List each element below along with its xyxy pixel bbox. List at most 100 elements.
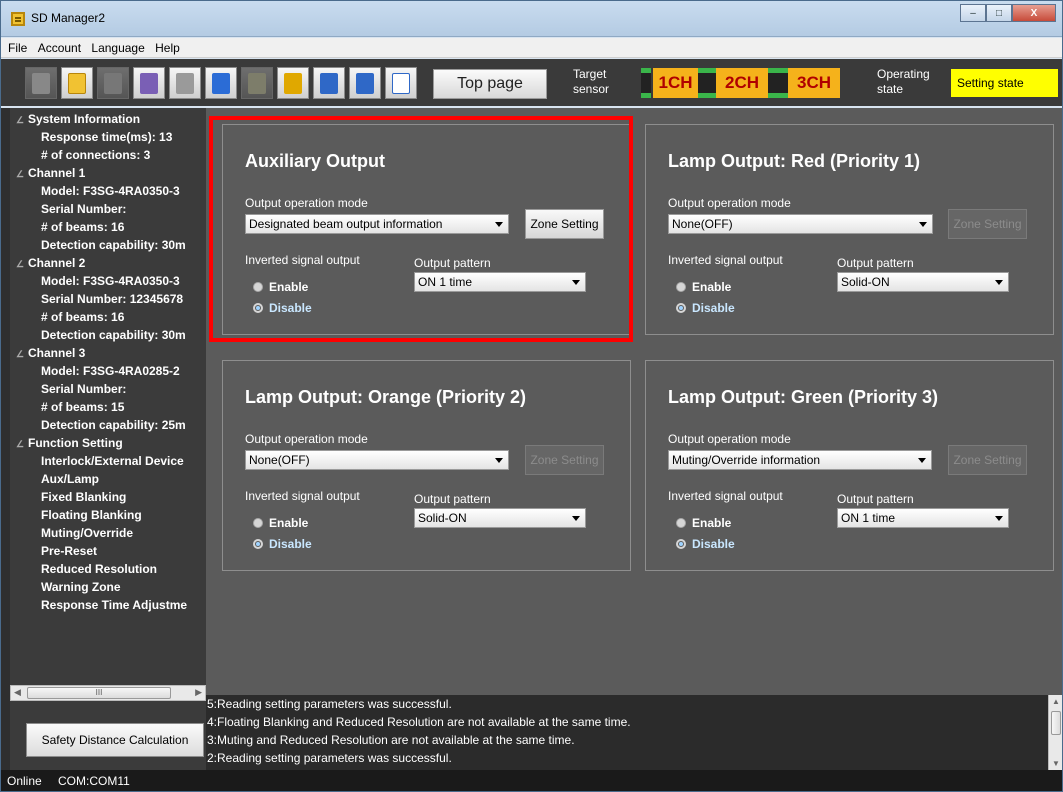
tree-item[interactable]: Detection capability: 30m <box>41 327 186 343</box>
computer-to-device-icon[interactable] <box>133 67 165 99</box>
book-upload-icon[interactable] <box>313 67 345 99</box>
output-pattern-label: Output pattern <box>837 256 914 270</box>
enable-radio[interactable]: Enable <box>676 516 731 530</box>
tree-item[interactable]: Interlock/External Device <box>41 453 184 469</box>
log-line: 3:Muting and Reduced Resolution are not … <box>207 733 575 747</box>
radio-indicator-icon <box>676 303 686 313</box>
enable-radio[interactable]: Enable <box>676 280 731 294</box>
channel-connector <box>768 68 788 98</box>
tree-item[interactable]: Aux/Lamp <box>41 471 99 487</box>
disable-radio[interactable]: Disable <box>253 537 312 551</box>
output-operation-mode-select[interactable]: None(OFF) <box>668 214 933 234</box>
aux-output-panel: Auxiliary Output Output operation mode D… <box>222 124 631 335</box>
output-pattern-label: Output pattern <box>414 256 491 270</box>
open-file-icon[interactable] <box>61 67 93 99</box>
panel-title: Lamp Output: Red (Priority 1) <box>668 151 920 171</box>
disable-radio[interactable]: Disable <box>676 537 735 551</box>
output-operation-mode-select[interactable]: Designated beam output information <box>245 214 509 234</box>
tree-item[interactable]: Serial Number: 12345678 <box>41 291 183 307</box>
list-icon[interactable] <box>385 67 417 99</box>
tree-item[interactable]: Model: F3SG-4RA0350-3 <box>41 183 180 199</box>
channel-2ch-badge[interactable]: 2CH <box>716 68 768 98</box>
zone-setting-button[interactable]: Zone Setting <box>525 209 604 239</box>
tree-item[interactable]: Response time(ms): 13 <box>41 129 172 145</box>
channel-connector <box>641 68 651 98</box>
radio-indicator-icon <box>676 518 686 528</box>
tree-item[interactable]: Model: F3SG-4RA0350-3 <box>41 273 180 289</box>
tree-item[interactable]: Model: F3SG-4RA0285-2 <box>41 363 180 379</box>
orange-output-panel: Lamp Output: Orange (Priority 2) Output … <box>222 360 631 571</box>
tree-item[interactable]: Muting/Override <box>41 525 133 541</box>
scroll-down-icon[interactable]: ▼ <box>1052 759 1060 768</box>
output-operation-mode-select[interactable]: None(OFF) <box>245 450 509 470</box>
book-download-icon[interactable] <box>349 67 381 99</box>
tree-group[interactable]: Channel 2 <box>16 255 85 272</box>
tree-item[interactable]: Fixed Blanking <box>41 489 126 505</box>
output-operation-mode-select[interactable]: Muting/Override information <box>668 450 932 470</box>
log-vertical-scrollbar[interactable]: ▲ ▼ <box>1048 695 1062 770</box>
sensor-tree[interactable]: System InformationResponse time(ms): 13 #… <box>10 108 206 685</box>
print-icon[interactable] <box>169 67 201 99</box>
disable-radio[interactable]: Disable <box>676 301 735 315</box>
tree-group[interactable]: Channel 3 <box>16 345 85 362</box>
tree-item[interactable]: Pre-Reset <box>41 543 97 559</box>
chevron-down-icon <box>495 458 503 463</box>
tree-item[interactable]: # of beams: 15 <box>41 399 124 415</box>
menu-account[interactable]: Account <box>31 38 81 55</box>
tree-group[interactable]: Function Setting <box>16 435 123 452</box>
scroll-thumb[interactable]: III <box>27 687 171 699</box>
log-line: 5:Reading setting parameters was success… <box>207 697 452 711</box>
output-pattern-select[interactable]: ON 1 time <box>837 508 1009 528</box>
monitor-icon[interactable] <box>205 67 237 99</box>
tree-item[interactable]: Floating Blanking <box>41 507 142 523</box>
tree-item[interactable]: Detection capability: 30m <box>41 237 186 253</box>
tree-horizontal-scrollbar[interactable]: ◀ III ▶ <box>10 685 206 701</box>
tree-item[interactable]: Detection capability: 25m <box>41 417 186 433</box>
log-scroll-thumb[interactable] <box>1051 711 1061 735</box>
chevron-down-icon <box>918 458 926 463</box>
tree-item[interactable]: Serial Number: <box>41 381 126 397</box>
safety-distance-calculation-button[interactable]: Safety Distance Calculation <box>26 723 204 757</box>
scroll-up-icon[interactable]: ▲ <box>1052 697 1060 706</box>
output-operation-mode-label: Output operation mode <box>668 196 791 210</box>
channel-1ch-badge[interactable]: 1CH <box>653 68 698 98</box>
tree-item[interactable]: # of beams: 16 <box>41 219 124 235</box>
tree-group[interactable]: Channel 1 <box>16 165 85 182</box>
key-icon <box>241 67 273 99</box>
tree-item[interactable]: # of beams: 16 <box>41 309 124 325</box>
toolbar: Top page Target sensor 1CH 2CH 3CH Opera… <box>1 59 1062 106</box>
maximize-button[interactable]: □ <box>986 4 1012 22</box>
output-pattern-select[interactable]: Solid-ON <box>837 272 1009 292</box>
tree-group[interactable]: System Information <box>16 111 140 128</box>
zone-setting-button: Zone Setting <box>525 445 604 475</box>
operating-state-label: Operating state <box>877 67 930 96</box>
panel-title: Auxiliary Output <box>245 151 386 171</box>
scroll-left-icon[interactable]: ◀ <box>14 687 21 698</box>
panel-title: Lamp Output: Green (Priority 3) <box>668 387 939 407</box>
window-controls: – □ X <box>960 4 1056 22</box>
enable-radio[interactable]: Enable <box>253 280 308 294</box>
tree-item[interactable]: Reduced Resolution <box>41 561 157 577</box>
top-page-button[interactable]: Top page <box>433 69 547 99</box>
minimize-button[interactable]: – <box>960 4 986 22</box>
tree-item[interactable]: Response Time Adjustme <box>41 597 187 613</box>
new-file-icon[interactable] <box>25 67 57 99</box>
output-pattern-select[interactable]: ON 1 time <box>414 272 586 292</box>
chevron-down-icon <box>495 222 503 227</box>
inverted-signal-output-label: Inverted signal output <box>245 253 360 267</box>
menu-file[interactable]: File <box>1 38 27 55</box>
enable-radio[interactable]: Enable <box>253 516 308 530</box>
chevron-down-icon <box>572 280 580 285</box>
menu-language[interactable]: Language <box>84 38 144 55</box>
menu-help[interactable]: Help <box>148 38 180 55</box>
tree-item[interactable]: # of connections: 3 <box>41 147 150 163</box>
tree-item[interactable]: Serial Number: <box>41 201 126 217</box>
scroll-right-icon[interactable]: ▶ <box>195 687 202 698</box>
channel-3ch-badge[interactable]: 3CH <box>788 68 840 98</box>
disable-radio[interactable]: Disable <box>253 301 312 315</box>
output-pattern-select[interactable]: Solid-ON <box>414 508 586 528</box>
lock-icon[interactable] <box>277 67 309 99</box>
title-bar: SD Manager2 – □ X <box>1 1 1062 37</box>
tree-item[interactable]: Warning Zone <box>41 579 121 595</box>
close-button[interactable]: X <box>1012 4 1056 22</box>
